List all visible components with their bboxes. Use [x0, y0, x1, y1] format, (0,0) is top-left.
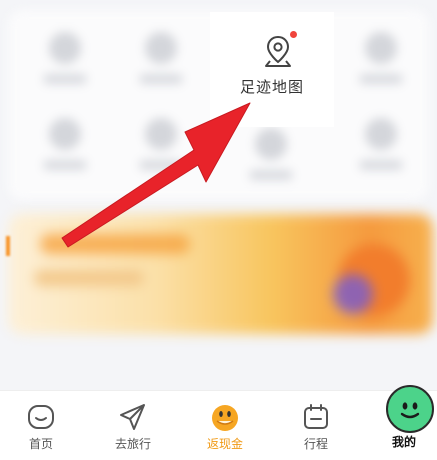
mascot-face-icon — [388, 387, 432, 431]
tab-home[interactable]: 首页 — [6, 391, 76, 460]
paper-plane-icon — [117, 401, 149, 433]
cashback-mascot-icon — [209, 401, 241, 433]
notification-dot — [290, 31, 297, 38]
blurred-grid-item — [346, 118, 416, 170]
blurred-promo-banner — [8, 214, 433, 334]
blurred-grid-item — [30, 118, 100, 170]
tab-cashback[interactable]: 返现金 — [190, 391, 260, 460]
tab-go-travel-label: 去旅行 — [114, 437, 151, 451]
blurred-grid-item — [126, 118, 196, 170]
blurred-grid-item — [346, 32, 416, 84]
bottom-tab-bar: 首页 去旅行 返现金 行程 — [0, 390, 437, 460]
tab-go-travel[interactable]: 去旅行 — [98, 391, 168, 460]
tab-mine-label: 我的 — [392, 435, 417, 449]
banner-edge-accent — [6, 236, 10, 256]
blurred-grid-item — [30, 32, 100, 84]
blurred-grid-item — [126, 32, 196, 84]
tab-mine[interactable] — [386, 385, 434, 433]
blurred-grid-item — [236, 128, 306, 180]
calendar-icon — [300, 401, 332, 433]
tab-cashback-label: 返现金 — [206, 437, 243, 451]
tab-itinerary[interactable]: 行程 — [281, 391, 351, 460]
map-pin-icon — [264, 34, 292, 68]
home-icon — [25, 401, 57, 433]
tab-home-label: 首页 — [28, 437, 53, 451]
footprint-map-entry[interactable]: 足迹地图 — [210, 12, 334, 127]
footprint-map-label: 足迹地图 — [239, 78, 304, 96]
tab-itinerary-label: 行程 — [303, 437, 328, 451]
